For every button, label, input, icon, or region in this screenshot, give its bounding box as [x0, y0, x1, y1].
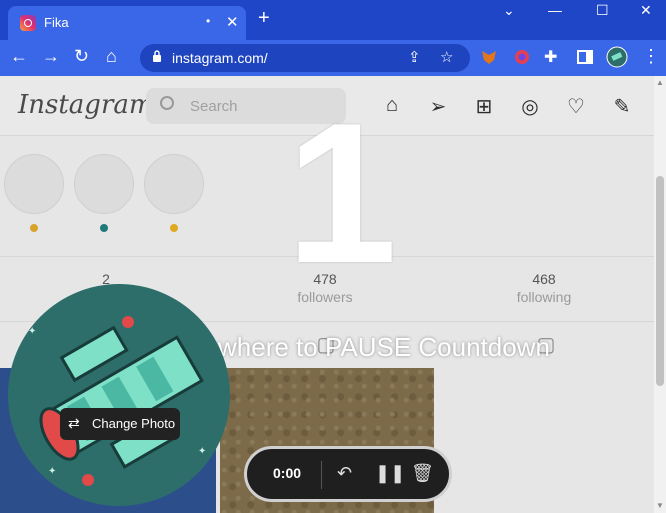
color-extension-icon[interactable]: [513, 48, 531, 66]
search-placeholder: Search: [190, 98, 238, 115]
story-badge: [30, 224, 38, 232]
profile-photo[interactable]: ✦ ✦ ✦: [8, 284, 230, 506]
browser-menu-icon[interactable]: ⋮: [642, 46, 660, 67]
address-bar[interactable]: instagram.com/ ⇪ ☆: [140, 44, 470, 72]
share-icon[interactable]: ⇪: [408, 48, 421, 66]
search-icon: [160, 96, 174, 110]
pause-icon[interactable]: ❚❚: [375, 463, 405, 484]
browser-toolbar: ← → ↻ ⌂ instagram.com/ ⇪ ☆ ✚ ⋮: [0, 40, 666, 76]
url-text: instagram.com/: [172, 50, 268, 66]
forward-icon[interactable]: →: [42, 46, 60, 67]
swap-icon: ⇄: [68, 415, 80, 431]
svg-text:✦: ✦: [48, 466, 56, 477]
recording-timer: 0:00: [273, 465, 302, 481]
reload-icon[interactable]: ↻: [74, 46, 89, 67]
story-highlight[interactable]: [144, 154, 204, 214]
tab-audio-dot: •: [206, 14, 211, 28]
bookmark-star-icon[interactable]: ☆: [440, 48, 453, 66]
telescope-illustration: ✦ ✦ ✦: [28, 316, 206, 486]
maximize-icon[interactable]: ☐: [596, 2, 609, 19]
scroll-down-icon[interactable]: ▼: [656, 501, 664, 510]
svg-text:✦: ✦: [198, 446, 206, 457]
tab-close-icon[interactable]: ✕: [226, 13, 239, 31]
following-stat[interactable]: 468 following: [484, 271, 604, 305]
direct-icon[interactable]: ➢: [426, 94, 450, 118]
story-badge: [100, 224, 108, 232]
close-window-icon[interactable]: ✕: [640, 2, 652, 19]
following-count: 468: [532, 271, 556, 287]
instagram-favicon-icon: [20, 15, 36, 31]
browser-tab-bar: Fika • ✕ + ⌄ — ☐ ✕: [0, 0, 666, 40]
scroll-up-icon[interactable]: ▲: [656, 78, 664, 87]
divider: [321, 461, 322, 489]
page-scrollbar[interactable]: ▲ ▼: [654, 76, 666, 513]
recording-controls: 0:00 ↶ ❚❚ 🗑: [244, 446, 452, 502]
instagram-logo[interactable]: Instagram: [18, 90, 154, 120]
change-photo-button[interactable]: ⇄ Change Photo: [60, 408, 180, 440]
story-highlight[interactable]: [4, 154, 64, 214]
activity-icon[interactable]: ♡: [564, 94, 588, 118]
back-icon[interactable]: ←: [10, 46, 28, 67]
home-browser-icon[interactable]: ⌂: [106, 46, 117, 67]
minimize-icon[interactable]: —: [548, 2, 562, 18]
story-highlight[interactable]: [74, 154, 134, 214]
new-post-icon[interactable]: ⊞: [472, 94, 496, 118]
countdown-number: 1: [286, 82, 398, 305]
story-badge: [170, 224, 178, 232]
svg-text:✦: ✦: [28, 326, 36, 337]
change-photo-label: Change Photo: [92, 416, 176, 431]
browser-tab[interactable]: Fika • ✕: [8, 6, 246, 40]
following-label: following: [516, 289, 572, 305]
delete-icon[interactable]: 🗑: [411, 463, 434, 484]
explore-icon[interactable]: ◎: [518, 94, 542, 118]
undo-icon[interactable]: ↶: [337, 463, 352, 484]
profile-icon[interactable]: ✎: [610, 94, 634, 118]
profile-avatar-icon[interactable]: [606, 46, 628, 68]
metamask-extension-icon[interactable]: [480, 48, 498, 66]
scroll-thumb[interactable]: [656, 176, 664, 386]
new-tab-button[interactable]: +: [258, 8, 270, 28]
lock-icon: [153, 50, 161, 62]
tab-title: Fika: [44, 15, 69, 30]
screen: Fika • ✕ + ⌄ — ☐ ✕ ← → ↻ ⌂ instagram.com…: [0, 0, 666, 513]
side-panel-icon[interactable]: [576, 48, 594, 66]
overlay-message: where to PAUSE Countdown: [218, 332, 550, 362]
tab-search-icon[interactable]: ⌄: [503, 2, 515, 19]
extensions-puzzle-icon[interactable]: ✚: [544, 47, 557, 67]
